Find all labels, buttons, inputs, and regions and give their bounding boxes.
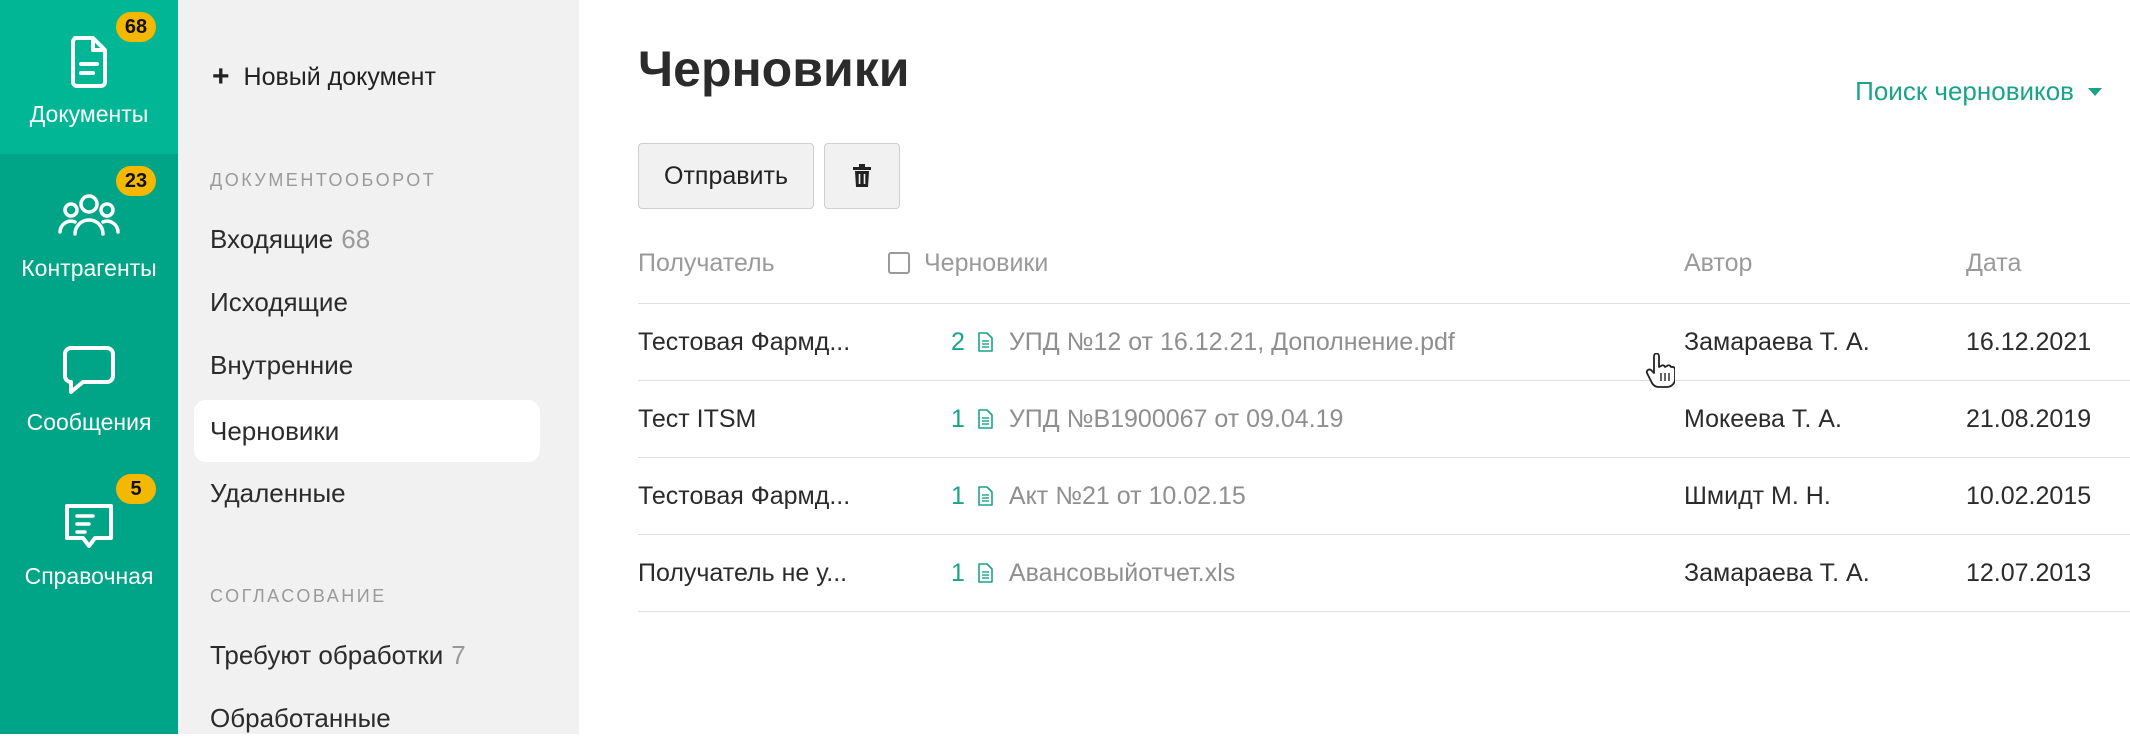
plus-icon: + (212, 60, 230, 93)
book-icon (65, 504, 113, 548)
sidebar-item-label: Входящие (210, 224, 334, 254)
file-icon (977, 486, 993, 506)
sidebar-item-label: Удаленные (210, 478, 346, 508)
cell-recipient: Получатель не у... (638, 559, 848, 587)
draft-count: 1 (951, 559, 965, 587)
column-header-drafts-label: Черновики (924, 249, 1049, 277)
cell-recipient: Тестовая Фармд... (638, 328, 851, 356)
draft-file-name: УПД №В1900067 от 09.04.19 (1008, 405, 1344, 433)
draft-file-name: УПД №12 от 16.12.21, Дополнение.pdf (1008, 328, 1455, 356)
sidebar-item-label: Требуют обработки (210, 640, 444, 670)
sidebar-item-label: Черновики (210, 416, 340, 446)
cell-drafts[interactable]: 2 УПД №12 от 16.12.21, Дополнение.pdf (951, 304, 1455, 380)
column-header-date[interactable]: Дата (1966, 243, 2021, 303)
cell-date: 12.07.2013 (1966, 559, 2092, 587)
search-drafts-toggle[interactable]: Поиск черновиков (1855, 76, 2102, 107)
drafts-table-header: Получатель Черновики Автор Дата (638, 243, 2130, 304)
section-heading-docflow: ДОКУМЕНТООБОРОТ (210, 170, 437, 190)
rail-item-messages[interactable]: Сообщения (0, 308, 178, 462)
trash-icon (853, 164, 871, 187)
table-row[interactable]: Тестовая Фармд... 2 УПД №12 от 16.12.21, Д… (638, 304, 2130, 381)
rail-item-reference[interactable]: 5 Справочная (0, 462, 178, 616)
draft-file-name: Авансовыйотчет.xls (1008, 559, 1236, 587)
sidebar-item-outgoing[interactable]: Исходящие (194, 271, 540, 333)
rail-item-label: Контрагенты (21, 255, 157, 281)
table-row[interactable]: Тест ITSM 1 УПД №В1900067 от 09.04.19 Мокее… (638, 381, 2130, 458)
cell-author: Шмидт М. Н. (1684, 482, 1831, 510)
rail-item-label: Сообщения (26, 409, 152, 435)
rail-item-label: Документы (29, 101, 149, 127)
cell-author: Мокеева Т. А. (1684, 405, 1842, 433)
column-header-drafts: Черновики (888, 243, 1048, 283)
section-heading-approval: СОГЛАСОВАНИЕ (210, 586, 387, 606)
people-icon (58, 194, 120, 236)
main-nav-rail: 68 Документы 23 Контрагенты Сообщения 5 … (0, 0, 178, 734)
chat-bubble-icon (63, 346, 115, 394)
cell-author: Замараева Т. А. (1684, 559, 1870, 587)
drafts-main-panel: Черновики Поиск черновиков Отправить Пол… (579, 0, 2130, 734)
select-all-checkbox[interactable] (888, 252, 910, 274)
document-icon (71, 36, 107, 88)
file-icon (977, 409, 993, 429)
send-button[interactable]: Отправить (638, 143, 814, 209)
sidebar-item-internal[interactable]: Внутренние (194, 334, 540, 396)
rail-item-label: Справочная (24, 563, 154, 589)
caret-down-icon (2088, 87, 2102, 96)
sidebar-item-count: 68 (341, 224, 371, 254)
counterparties-badge: 23 (116, 166, 156, 196)
table-row[interactable]: Получатель не у... 1 Авансовыйотчет.xls Зам… (638, 535, 2130, 612)
sidebar-item-deleted[interactable]: Удаленные (194, 462, 540, 524)
documents-badge: 68 (116, 12, 156, 42)
page-title: Черновики (638, 41, 910, 97)
new-document-label: Новый документ (243, 62, 436, 91)
sidebar-item-label: Обработанные (210, 703, 391, 733)
cell-recipient: Тестовая Фармд... (638, 482, 851, 510)
documents-sidebar: + Новый документ ДОКУМЕНТООБОРОТ Входящи… (178, 0, 579, 734)
sidebar-item-incoming[interactable]: Входящие 68 (194, 208, 540, 270)
cell-date: 10.02.2015 (1966, 482, 2092, 510)
draft-count: 1 (951, 405, 965, 433)
new-document-button[interactable]: + Новый документ (212, 62, 436, 92)
cell-drafts[interactable]: 1 Авансовыйотчет.xls (951, 535, 1235, 611)
draft-file-name: Акт №21 от 10.02.15 (1008, 482, 1246, 510)
sidebar-item-label: Исходящие (210, 287, 348, 317)
sidebar-item-processed[interactable]: Обработанные (194, 687, 540, 749)
cell-drafts[interactable]: 1 УПД №В1900067 от 09.04.19 (951, 381, 1343, 457)
sidebar-item-drafts[interactable]: Черновики (194, 400, 540, 462)
delete-button[interactable] (824, 143, 900, 209)
sidebar-item-need-processing[interactable]: Требуют обработки 7 (194, 624, 540, 686)
draft-count: 1 (951, 482, 965, 510)
cell-date: 16.12.2021 (1966, 328, 2092, 356)
rail-item-counterparties[interactable]: 23 Контрагенты (0, 154, 178, 308)
reference-badge: 5 (116, 474, 156, 504)
table-row[interactable]: Тестовая Фармд... 1 Акт №21 от 10.02.15 Шми… (638, 458, 2130, 535)
column-header-recipient[interactable]: Получатель (638, 243, 775, 303)
cell-date: 21.08.2019 (1966, 405, 2092, 433)
cell-author: Замараева Т. А. (1684, 328, 1870, 356)
search-drafts-label: Поиск черновиков (1855, 76, 2074, 106)
draft-count: 2 (951, 328, 965, 356)
file-icon (977, 332, 993, 352)
column-header-author[interactable]: Автор (1684, 243, 1752, 303)
sidebar-item-label: Внутренние (210, 350, 354, 380)
rail-item-documents[interactable]: 68 Документы (0, 0, 178, 154)
cell-drafts[interactable]: 1 Акт №21 от 10.02.15 (951, 458, 1246, 534)
file-icon (977, 563, 993, 583)
sidebar-item-count: 7 (451, 640, 466, 670)
cell-recipient: Тест ITSM (638, 405, 757, 433)
